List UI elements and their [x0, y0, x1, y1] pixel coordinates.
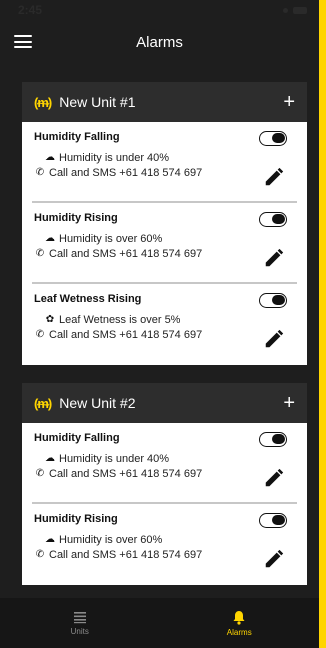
- alarm-title: Humidity Rising: [34, 212, 118, 224]
- alarm-condition: Humidity is under 40%: [59, 452, 170, 465]
- unit-name: New Unit #1: [59, 94, 136, 110]
- page-title: Alarms: [136, 33, 183, 51]
- status-icons: [283, 6, 307, 14]
- alarm-item[interactable]: Humidity Falling ☁ Humidity is under 40% …: [32, 423, 297, 504]
- alarm-action: Call and SMS +61 418 574 697: [49, 328, 203, 341]
- alarm-card: Humidity Falling ☁ Humidity is under 40% …: [22, 122, 307, 365]
- antenna-icon: (ᵯ): [34, 94, 52, 110]
- tab-bar: Units Alarms: [0, 598, 319, 648]
- phone-screen: 2:45 Alarms (ᵯ) New Unit #1 + Humidity F…: [0, 0, 319, 648]
- unit-header: (ᵯ) New Unit #1 +: [22, 82, 307, 122]
- antenna-icon: (ᵯ): [34, 395, 52, 411]
- alarm-toggle[interactable]: [259, 293, 287, 308]
- alarm-item[interactable]: Humidity Rising ☁ Humidity is over 60% ✆ C…: [32, 203, 297, 284]
- alarm-condition: Humidity is over 60%: [59, 232, 163, 245]
- status-time: 2:45: [18, 3, 43, 17]
- cloud-icon: ☁: [45, 453, 55, 464]
- cloud-icon: ☁: [45, 152, 55, 163]
- whatsapp-icon: ✆: [35, 549, 45, 560]
- tab-units[interactable]: Units: [0, 598, 160, 648]
- whatsapp-icon: ✆: [35, 167, 45, 178]
- whatsapp-icon: ✆: [35, 329, 45, 340]
- alarm-item[interactable]: Leaf Wetness Rising ✿ Leaf Wetness is ove…: [32, 284, 297, 365]
- edit-icon[interactable]: [263, 467, 285, 489]
- alarm-action: Call and SMS +61 418 574 697: [49, 166, 203, 179]
- alarm-title: Humidity Falling: [34, 432, 120, 444]
- list-icon: [73, 612, 86, 624]
- add-alarm-button[interactable]: +: [283, 393, 295, 413]
- tab-label: Alarms: [226, 627, 252, 637]
- alarm-toggle[interactable]: [259, 432, 287, 447]
- alarm-item[interactable]: Humidity Falling ☁ Humidity is under 40% …: [32, 122, 297, 203]
- cloud-icon: ☁: [45, 233, 55, 244]
- unit-section: (ᵯ) New Unit #2 + Humidity Falling ☁ Humi…: [22, 383, 307, 585]
- edit-icon[interactable]: [263, 548, 285, 570]
- alarm-title: Humidity Falling: [34, 131, 120, 143]
- unit-header: (ᵯ) New Unit #2 +: [22, 383, 307, 423]
- alarm-toggle[interactable]: [259, 131, 287, 146]
- status-bar: 2:45: [0, 0, 319, 20]
- alarm-toggle[interactable]: [259, 513, 287, 528]
- leaf-icon: ✿: [45, 314, 55, 325]
- unit-name: New Unit #2: [59, 395, 136, 411]
- nav-bar: Alarms: [0, 20, 319, 64]
- edit-icon[interactable]: [263, 328, 285, 350]
- alarm-action: Call and SMS +61 418 574 697: [49, 467, 203, 480]
- cloud-icon: ☁: [45, 534, 55, 545]
- alarm-item[interactable]: Humidity Rising ☁ Humidity is over 60% ✆ C…: [32, 504, 297, 585]
- alarms-list[interactable]: (ᵯ) New Unit #1 + Humidity Falling ☁ Humi…: [0, 64, 319, 598]
- bell-icon: [233, 610, 245, 625]
- signal-icon: [283, 7, 288, 13]
- menu-icon[interactable]: [14, 35, 32, 48]
- unit-section: (ᵯ) New Unit #1 + Humidity Falling ☁ Humi…: [22, 82, 307, 365]
- alarm-card: Humidity Falling ☁ Humidity is under 40% …: [22, 423, 307, 585]
- edit-icon[interactable]: [263, 247, 285, 269]
- alarm-toggle[interactable]: [259, 212, 287, 227]
- alarm-title: Humidity Rising: [34, 513, 118, 525]
- alarm-action: Call and SMS +61 418 574 697: [49, 548, 203, 561]
- alarm-condition: Humidity is over 60%: [59, 533, 163, 546]
- tab-label: Units: [70, 627, 89, 636]
- edit-icon[interactable]: [263, 166, 285, 188]
- tab-alarms[interactable]: Alarms: [160, 598, 320, 648]
- alarm-condition: Humidity is under 40%: [59, 151, 170, 164]
- whatsapp-icon: ✆: [35, 248, 45, 259]
- battery-icon: [293, 6, 307, 14]
- alarm-action: Call and SMS +61 418 574 697: [49, 247, 203, 260]
- whatsapp-icon: ✆: [35, 468, 45, 479]
- alarm-condition: Leaf Wetness is over 5%: [59, 313, 181, 326]
- alarm-title: Leaf Wetness Rising: [34, 293, 142, 305]
- add-alarm-button[interactable]: +: [283, 92, 295, 112]
